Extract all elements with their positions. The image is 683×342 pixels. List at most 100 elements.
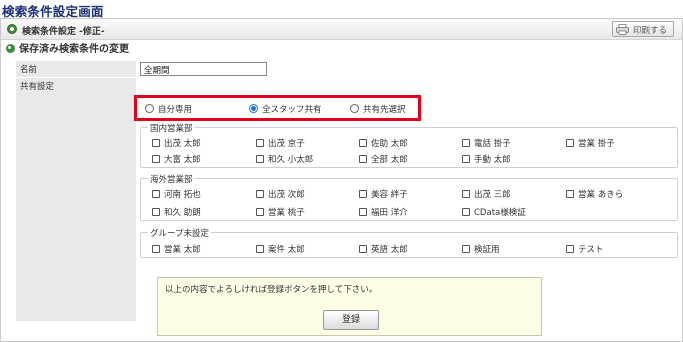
checkbox-icon xyxy=(256,190,264,198)
member-checkbox[interactable]: 案件 太郎 xyxy=(256,243,305,255)
member-name: 出茂 京子 xyxy=(268,139,305,149)
notice-text: 以上の内容でよろしければ登録ボタンを押して下さい。 xyxy=(165,285,378,295)
group-overseas-sales: 海外営業部 河南 拓也 出茂 次郎 美容 絆子 出茂 三郎 営業 あきら 和久 … xyxy=(140,173,678,221)
section-heading: 保存済み検索条件の変更 xyxy=(6,40,129,55)
checkbox-icon xyxy=(152,208,160,216)
member-checkbox[interactable]: CData様検証 xyxy=(462,206,526,218)
member-checkbox[interactable]: 出茂 太郎 xyxy=(152,137,201,149)
member-checkbox[interactable]: 営業 太郎 xyxy=(152,243,201,255)
print-button-label: 印刷する xyxy=(633,26,668,36)
member-checkbox[interactable]: 営業 掛子 xyxy=(566,137,615,149)
member-name: 検証用 xyxy=(474,245,500,255)
member-name: 大富 太郎 xyxy=(164,155,201,165)
checkbox-icon xyxy=(152,139,160,147)
member-name: 河南 拓也 xyxy=(164,190,201,200)
member-name: 美容 絆子 xyxy=(371,190,408,200)
checkbox-icon xyxy=(462,245,470,253)
checkbox-icon xyxy=(566,190,574,198)
member-checkbox[interactable]: 英語 太郎 xyxy=(359,243,408,255)
member-checkbox[interactable]: 手動 太郎 xyxy=(462,153,511,165)
share-option-private[interactable]: 自分専用 xyxy=(145,103,192,115)
member-checkbox[interactable]: 佐助 太郎 xyxy=(359,137,408,149)
member-checkbox[interactable]: 電話 掛子 xyxy=(462,137,511,149)
share-option-label: 自分専用 xyxy=(158,105,193,115)
member-checkbox[interactable]: 営業 桃子 xyxy=(256,206,305,218)
bullet-icon xyxy=(7,24,17,34)
member-checkbox[interactable]: 出茂 三郎 xyxy=(462,188,511,200)
member-name: 佐助 太郎 xyxy=(371,139,408,149)
printer-icon xyxy=(616,24,629,35)
checkbox-icon xyxy=(256,208,264,216)
checkbox-icon xyxy=(359,245,367,253)
section-bullet-icon xyxy=(6,44,15,53)
radio-icon xyxy=(350,104,359,113)
member-name: 電話 掛子 xyxy=(474,139,511,149)
share-option-all-staff[interactable]: 全スタッフ共有 xyxy=(249,103,322,115)
checkbox-icon xyxy=(152,245,160,253)
member-checkbox[interactable]: 河南 拓也 xyxy=(152,188,201,200)
register-button[interactable]: 登録 xyxy=(323,310,379,330)
member-name: 英語 太郎 xyxy=(371,245,408,255)
radio-icon xyxy=(145,104,154,113)
member-name: 出茂 太郎 xyxy=(164,139,201,149)
member-checkbox[interactable]: 出茂 京子 xyxy=(256,137,305,149)
share-option-label: 共有先選択 xyxy=(363,105,406,115)
group-domestic-sales: 国内営業部 出茂 太郎 出茂 京子 佐助 太郎 電話 掛子 営業 掛子 大富 太… xyxy=(140,122,678,168)
member-name: 営業 太郎 xyxy=(164,245,201,255)
member-name: 営業 掛子 xyxy=(578,139,615,149)
member-checkbox[interactable]: 営業 あきら xyxy=(566,188,623,200)
member-name: 出茂 次郎 xyxy=(268,190,305,200)
group-legend: グループ未設定 xyxy=(148,227,211,239)
confirmation-notice: 以上の内容でよろしければ登録ボタンを押して下さい。 登録 xyxy=(157,277,542,336)
member-name: テスト xyxy=(578,245,604,255)
member-name: 和久 助朗 xyxy=(164,208,201,218)
share-option-label: 全スタッフ共有 xyxy=(262,105,322,115)
member-name: 全部 太郎 xyxy=(371,155,408,165)
member-checkbox[interactable]: 出茂 次郎 xyxy=(256,188,305,200)
member-name: 和久 小太郎 xyxy=(268,155,314,165)
checkbox-icon xyxy=(359,155,367,163)
member-checkbox[interactable]: 全部 太郎 xyxy=(359,153,408,165)
member-checkbox[interactable]: 和久 小太郎 xyxy=(256,153,313,165)
checkbox-icon xyxy=(462,208,470,216)
checkbox-icon xyxy=(462,155,470,163)
name-input[interactable]: 全期間 xyxy=(140,62,267,76)
print-button[interactable]: 印刷する xyxy=(612,21,674,37)
member-checkbox[interactable]: 大富 太郎 xyxy=(152,153,201,165)
share-option-select-targets[interactable]: 共有先選択 xyxy=(350,103,406,115)
checkbox-icon xyxy=(359,190,367,198)
member-checkbox[interactable]: 検証用 xyxy=(462,243,500,255)
member-name: 出茂 三郎 xyxy=(474,190,511,200)
checkbox-icon xyxy=(566,245,574,253)
share-option-group: 自分専用 全スタッフ共有 共有先選択 xyxy=(134,95,421,121)
group-legend: 国内営業部 xyxy=(148,122,195,134)
share-setting-label: 共有設定 xyxy=(16,77,136,321)
checkbox-icon xyxy=(152,155,160,163)
name-label: 名前 xyxy=(16,61,136,77)
member-checkbox[interactable]: テスト xyxy=(566,243,604,255)
member-name: 案件 太郎 xyxy=(268,245,305,255)
radio-selected-icon xyxy=(249,104,258,113)
member-name: 営業 桃子 xyxy=(268,208,305,218)
checkbox-icon xyxy=(256,155,264,163)
checkbox-icon xyxy=(566,139,574,147)
group-unassigned: グループ未設定 営業 太郎 案件 太郎 英語 太郎 検証用 テスト xyxy=(140,227,678,258)
member-name: CData様検証 xyxy=(474,208,526,218)
member-checkbox[interactable]: 和久 助朗 xyxy=(152,206,201,218)
member-checkbox[interactable]: 美容 絆子 xyxy=(359,188,408,200)
checkbox-icon xyxy=(152,190,160,198)
checkbox-icon xyxy=(462,139,470,147)
member-name: 福田 洋介 xyxy=(371,208,408,218)
checkbox-icon xyxy=(359,139,367,147)
group-legend: 海外営業部 xyxy=(148,173,195,185)
member-name: 手動 太郎 xyxy=(474,155,511,165)
checkbox-icon xyxy=(256,245,264,253)
panel-header: 検索条件設定 -修正- 印刷する xyxy=(1,19,682,40)
checkbox-icon xyxy=(359,208,367,216)
checkbox-icon xyxy=(256,139,264,147)
checkbox-icon xyxy=(462,190,470,198)
member-name: 営業 あきら xyxy=(578,190,624,200)
member-checkbox[interactable]: 福田 洋介 xyxy=(359,206,408,218)
section-heading-text: 保存済み検索条件の変更 xyxy=(19,44,129,55)
panel-title: 検索条件設定 -修正- xyxy=(22,27,105,37)
